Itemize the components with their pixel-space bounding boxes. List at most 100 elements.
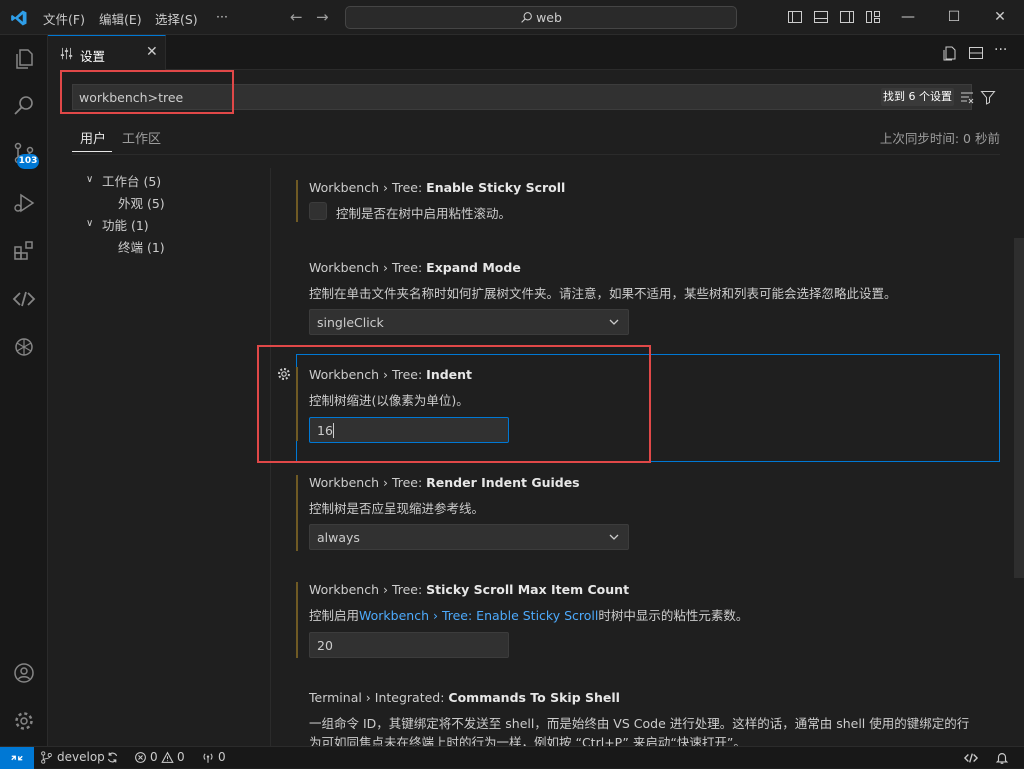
setting-name: Commands To Skip Shell [448, 690, 620, 705]
remote-icon [11, 755, 23, 761]
remote-explorer-icon[interactable] [12, 287, 36, 311]
remote-code-icon[interactable] [963, 751, 979, 765]
chevron-down-icon [609, 534, 619, 540]
source-control-badge: 103 [17, 154, 39, 169]
menu-file[interactable]: 文件(F) [43, 9, 85, 28]
toc-item-terminal[interactable]: 终端 (1) [118, 237, 165, 256]
warning-icon [161, 751, 174, 763]
forward-button[interactable]: → [316, 8, 329, 26]
remote-indicator[interactable] [0, 747, 34, 769]
error-icon [135, 752, 146, 763]
search-result-count: 找到 6 个设置 [881, 88, 954, 106]
setting-title: Workbench › Tree: Enable Sticky Scroll [309, 180, 565, 195]
setting-enable-sticky-scroll: Workbench › Tree: Enable Sticky Scroll 控… [296, 180, 1001, 225]
sync-icon[interactable] [106, 751, 119, 764]
menu-more[interactable]: ··· [216, 9, 228, 24]
setting-title: Workbench › Tree: Render Indent Guides [309, 475, 580, 490]
chatgpt-icon[interactable] [12, 335, 36, 359]
toggle-panel-icon[interactable] [813, 9, 829, 25]
desc-text: 控制启用 [309, 608, 360, 623]
toc-item-workbench[interactable]: 工作台 (5) [102, 171, 161, 190]
ports-count[interactable]: 0 [218, 750, 226, 764]
max-item-count-input[interactable]: 20 [309, 632, 509, 658]
close-tab-icon[interactable]: ✕ [146, 44, 158, 60]
vscode-logo-icon [11, 10, 27, 26]
annotation-highlight-search [60, 70, 234, 114]
setting-description: 控制树是否应呈现缩进参考线。 [309, 501, 485, 516]
tab-settings[interactable]: 设置 ✕ [48, 35, 166, 70]
settings-sliders-icon [60, 47, 73, 60]
extensions-icon[interactable] [12, 239, 36, 263]
toc-item-features[interactable]: 功能 (1) [102, 215, 149, 234]
warning-count[interactable]: 0 [177, 750, 185, 764]
activity-bar: 103 [0, 35, 48, 746]
git-branch-label[interactable]: develop [57, 750, 105, 764]
setting-commands-to-skip-shell: Terminal › Integrated: Commands To Skip … [296, 690, 1001, 750]
filter-icon[interactable] [980, 89, 996, 105]
setting-title: Workbench › Tree: Sticky Scroll Max Item… [309, 582, 629, 597]
open-settings-json-icon[interactable] [942, 45, 958, 61]
back-button[interactable]: ← [290, 8, 303, 26]
manage-gear-icon[interactable] [12, 709, 36, 733]
annotation-highlight-indent [257, 345, 651, 463]
chevron-down-icon [609, 319, 619, 325]
search-icon [521, 12, 532, 23]
command-center[interactable]: web [345, 6, 737, 29]
run-debug-icon[interactable] [12, 191, 36, 215]
error-count[interactable]: 0 [150, 750, 158, 764]
menu-edit[interactable]: 编辑(E) [99, 9, 142, 28]
menu-selection[interactable]: 选择(S) [155, 9, 198, 28]
close-window-button[interactable]: ✕ [990, 7, 1010, 27]
chevron-down-icon[interactable]: ∨ [86, 174, 93, 185]
setting-description: 控制在单击文件夹名称时如何扩展树文件夹。请注意，如果不适用，某些树和列表可能会选… [309, 286, 897, 301]
tab-label: 设置 [80, 49, 106, 64]
customize-layout-icon[interactable] [865, 9, 881, 25]
setting-category: Workbench › Tree: [309, 582, 427, 597]
setting-render-indent-guides: Workbench › Tree: Render Indent Guides 控… [296, 475, 1001, 555]
modified-indicator [296, 475, 298, 551]
toc-item-appearance[interactable]: 外观 (5) [118, 193, 165, 212]
title-bar: 文件(F) 编辑(E) 选择(S) ··· ← → web — ☐ ✕ [0, 0, 1024, 35]
toggle-secondary-sidebar-icon[interactable] [839, 9, 855, 25]
chevron-down-icon[interactable]: ∨ [86, 218, 93, 229]
setting-name: Enable Sticky Scroll [426, 180, 566, 195]
split-editor-icon[interactable] [968, 45, 984, 61]
tab-workspace[interactable]: 工作区 [122, 128, 161, 147]
setting-link[interactable]: Workbench › Tree: Enable Sticky Scroll [359, 608, 598, 623]
header-divider [72, 154, 1000, 155]
input-value: 20 [317, 638, 333, 653]
sticky-scroll-checkbox[interactable] [309, 202, 327, 220]
status-bar: develop 0 0 0 [0, 746, 1024, 769]
toggle-primary-sidebar-icon[interactable] [787, 9, 803, 25]
sync-status: 上次同步时间: 0 秒前 [879, 131, 1000, 146]
minimize-button[interactable]: — [898, 7, 918, 27]
setting-title: Terminal › Integrated: Commands To Skip … [309, 690, 620, 705]
more-actions-icon[interactable]: ··· [994, 42, 1007, 58]
settings-editor: workbench>tree 找到 6 个设置 用户 工作区 上次同步时间: 0… [48, 70, 1024, 750]
search-icon[interactable] [12, 93, 36, 117]
expand-mode-select[interactable]: singleClick [309, 309, 629, 335]
active-tab-indicator [72, 151, 112, 152]
setting-expand-mode: Workbench › Tree: Expand Mode 控制在单击文件夹名称… [296, 260, 1001, 340]
accounts-icon[interactable] [12, 661, 36, 685]
notifications-bell-icon[interactable] [995, 751, 1009, 765]
tab-user[interactable]: 用户 [80, 128, 106, 147]
setting-name: Expand Mode [426, 260, 521, 275]
editor-tab-bar: 设置 ✕ ··· [48, 35, 1024, 70]
setting-description: 控制是否在树中启用粘性滚动。 [336, 206, 512, 221]
desc-text: 时树中显示的粘性元素数。 [598, 608, 749, 623]
setting-sticky-scroll-max-item-count: Workbench › Tree: Sticky Scroll Max Item… [296, 582, 1001, 662]
render-indent-guides-select[interactable]: always [309, 524, 629, 550]
setting-name: Sticky Scroll Max Item Count [426, 582, 630, 597]
git-branch-icon [41, 751, 52, 764]
scrollbar-thumb[interactable] [1014, 238, 1024, 578]
maximize-button[interactable]: ☐ [944, 7, 964, 27]
clear-filter-icon[interactable] [959, 89, 975, 105]
explorer-icon[interactable] [12, 47, 36, 71]
select-value: always [317, 530, 360, 545]
modified-indicator [296, 180, 298, 222]
setting-description: 控制启用Workbench › Tree: Enable Sticky Scro… [309, 605, 748, 624]
setting-category: Workbench › Tree: [309, 260, 427, 275]
setting-title: Workbench › Tree: Expand Mode [309, 260, 521, 275]
setting-category: Terminal › Integrated: [309, 690, 449, 705]
